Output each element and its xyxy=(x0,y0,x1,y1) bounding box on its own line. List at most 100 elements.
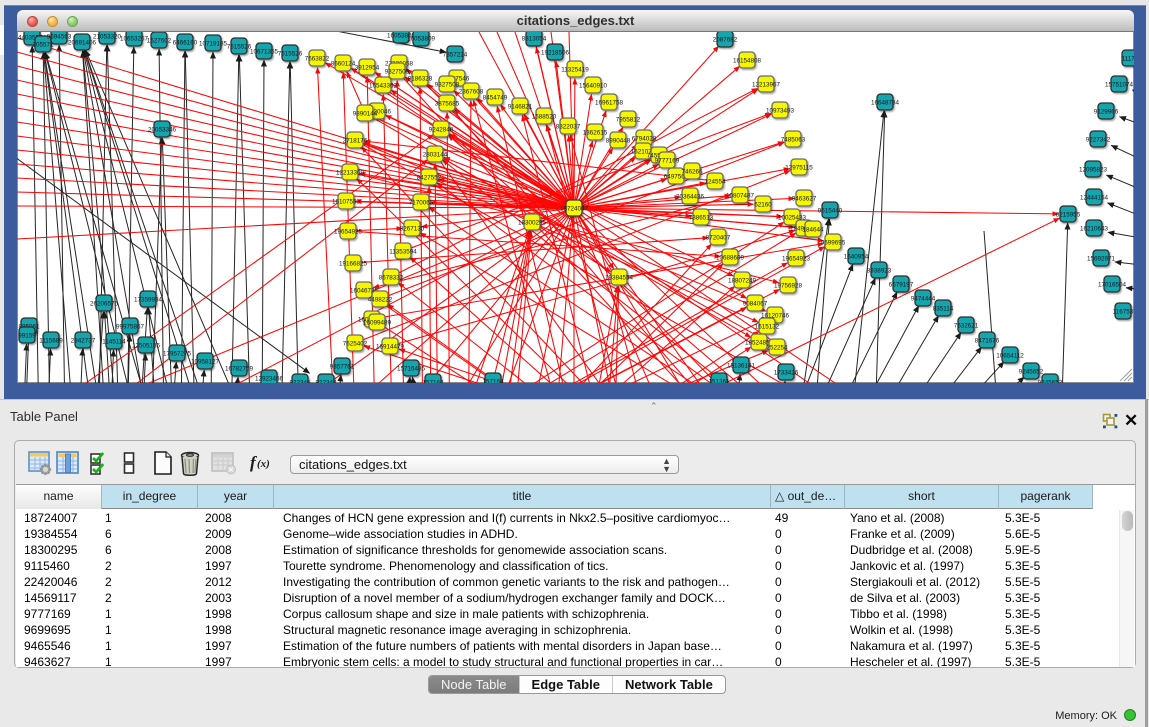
svg-text:16914479: 16914479 xyxy=(376,343,405,350)
svg-text:19654923: 19654923 xyxy=(782,255,811,262)
svg-text:7485063: 7485063 xyxy=(781,136,806,143)
svg-text:7170065: 7170065 xyxy=(409,199,434,206)
svg-text:19384554: 19384554 xyxy=(605,274,634,281)
svg-text:9084067: 9084067 xyxy=(743,300,768,307)
svg-text:4498222: 4498222 xyxy=(368,296,393,303)
svg-text:8427552: 8427552 xyxy=(417,174,442,181)
svg-text:9227342: 9227342 xyxy=(1086,136,1111,143)
svg-text:10719185: 10719185 xyxy=(199,40,228,47)
svg-text:2942737: 2942737 xyxy=(71,337,96,344)
svg-text:9890144: 9890144 xyxy=(353,110,378,117)
svg-text:8267130: 8267130 xyxy=(400,225,425,232)
svg-text:252254: 252254 xyxy=(766,344,788,351)
svg-text:18807249: 18807249 xyxy=(728,277,757,284)
svg-text:16961758: 16961758 xyxy=(595,99,624,106)
svg-text:184644: 184644 xyxy=(802,226,824,233)
svg-text:1115689: 1115689 xyxy=(39,337,63,344)
svg-text:922344: 922344 xyxy=(315,379,337,383)
svg-text:16648784: 16648784 xyxy=(871,99,900,106)
svg-text:9699695: 9699695 xyxy=(821,239,846,246)
svg-text:19756928: 19756928 xyxy=(774,282,803,289)
svg-text:10807487: 10807487 xyxy=(726,192,755,199)
svg-text:12505135: 12505135 xyxy=(132,342,161,349)
svg-text:10958127: 10958127 xyxy=(191,358,220,365)
svg-text:2087682: 2087682 xyxy=(713,36,738,43)
svg-text:18724007: 18724007 xyxy=(560,205,589,212)
svg-text:(x): (x) xyxy=(257,458,270,470)
svg-text:7515526: 7515526 xyxy=(278,50,303,57)
svg-text:16154808: 16154808 xyxy=(733,57,762,64)
svg-text:8186328: 8186328 xyxy=(408,75,433,82)
svg-text:12975115: 12975115 xyxy=(785,164,813,171)
svg-text:8660124: 8660124 xyxy=(331,60,356,67)
svg-text:7625402: 7625402 xyxy=(343,340,368,347)
svg-text:17016504: 17016504 xyxy=(1098,281,1127,288)
svg-text:8322037: 8322037 xyxy=(556,123,581,130)
svg-text:835114: 835114 xyxy=(933,305,954,312)
svg-text:15640910: 15640910 xyxy=(579,82,608,89)
svg-text:9242848: 9242848 xyxy=(429,126,454,133)
svg-text:2367608: 2367608 xyxy=(459,88,484,95)
svg-text:922346: 922346 xyxy=(289,379,311,383)
svg-text:7386513: 7386513 xyxy=(689,214,714,221)
svg-text:21053320: 21053320 xyxy=(93,33,122,40)
svg-text:15136141: 15136141 xyxy=(727,362,756,369)
svg-text:17957275: 17957275 xyxy=(163,350,192,357)
svg-text:12444154: 12444154 xyxy=(1080,194,1109,201)
svg-text:10653267: 10653267 xyxy=(120,35,149,42)
svg-text:9245652: 9245652 xyxy=(1019,368,1044,375)
svg-text:20691406: 20691406 xyxy=(68,39,97,46)
svg-text:99975867: 99975867 xyxy=(116,323,145,330)
svg-text:20364436: 20364436 xyxy=(676,193,705,200)
svg-text:8813054: 8813054 xyxy=(522,35,547,42)
svg-text:19218506: 19218506 xyxy=(541,49,570,56)
svg-text:10654112: 10654112 xyxy=(996,352,1024,359)
svg-text:746266: 746266 xyxy=(681,168,703,175)
svg-text:1733426: 1733426 xyxy=(774,369,799,376)
svg-text:6466160: 6466160 xyxy=(173,39,198,46)
svg-text:8720407: 8720407 xyxy=(706,234,731,241)
svg-text:1145114: 1145114 xyxy=(102,338,126,345)
svg-text:17359934: 17359934 xyxy=(134,296,163,303)
svg-text:9129966: 9129966 xyxy=(1094,108,1119,115)
svg-text:9327508: 9327508 xyxy=(435,81,460,88)
svg-text:7663822: 7663822 xyxy=(305,55,330,62)
svg-text:26206576: 26206576 xyxy=(90,300,119,307)
svg-text:8215955: 8215955 xyxy=(1056,211,1081,218)
svg-text:9245652: 9245652 xyxy=(1038,379,1063,383)
svg-text:8454749: 8454749 xyxy=(483,94,508,101)
svg-text:9515440: 9515440 xyxy=(818,207,843,214)
svg-text:16053809: 16053809 xyxy=(407,35,436,42)
svg-text:9327509: 9327509 xyxy=(385,68,410,75)
svg-text:16107553: 16107553 xyxy=(332,198,361,205)
svg-text:3875685: 3875685 xyxy=(435,100,460,107)
svg-text:151361: 151361 xyxy=(708,378,730,383)
svg-text:1588520: 1588520 xyxy=(532,113,557,120)
svg-text:8990448: 8990448 xyxy=(606,137,631,144)
svg-text:9777169: 9777169 xyxy=(655,157,680,164)
svg-text:9463627: 9463627 xyxy=(792,195,817,202)
svg-text:11174: 11174 xyxy=(1122,55,1134,62)
svg-text:2718176: 2718176 xyxy=(343,137,368,144)
svg-text:157164: 157164 xyxy=(422,379,444,383)
svg-text:10688609: 10688609 xyxy=(716,254,745,261)
svg-text:99159: 99159 xyxy=(18,332,36,339)
svg-text:1527602: 1527602 xyxy=(147,37,172,44)
svg-text:18300295: 18300295 xyxy=(518,219,547,226)
svg-text:10973493: 10973493 xyxy=(766,107,795,114)
svg-text:12213369: 12213369 xyxy=(336,169,365,176)
svg-text:7632621: 7632621 xyxy=(954,322,979,329)
svg-text:1362615: 1362615 xyxy=(583,129,608,136)
svg-text:1640954: 1640954 xyxy=(844,253,869,260)
svg-text:12923466: 12923466 xyxy=(255,375,284,382)
svg-text:3912954: 3912954 xyxy=(355,64,380,71)
svg-text:9474444: 9474444 xyxy=(911,295,936,302)
svg-text:8938923: 8938923 xyxy=(867,267,892,274)
svg-text:16210643: 16210643 xyxy=(1080,225,1109,232)
svg-text:11353594: 11353594 xyxy=(389,248,417,255)
svg-text:8471676: 8471676 xyxy=(975,337,1000,344)
svg-text:10671355: 10671355 xyxy=(250,48,279,55)
svg-text:8678332: 8678332 xyxy=(379,274,404,281)
svg-text:15751074: 15751074 xyxy=(1105,81,1134,88)
svg-text:19166825: 19166825 xyxy=(339,260,368,267)
